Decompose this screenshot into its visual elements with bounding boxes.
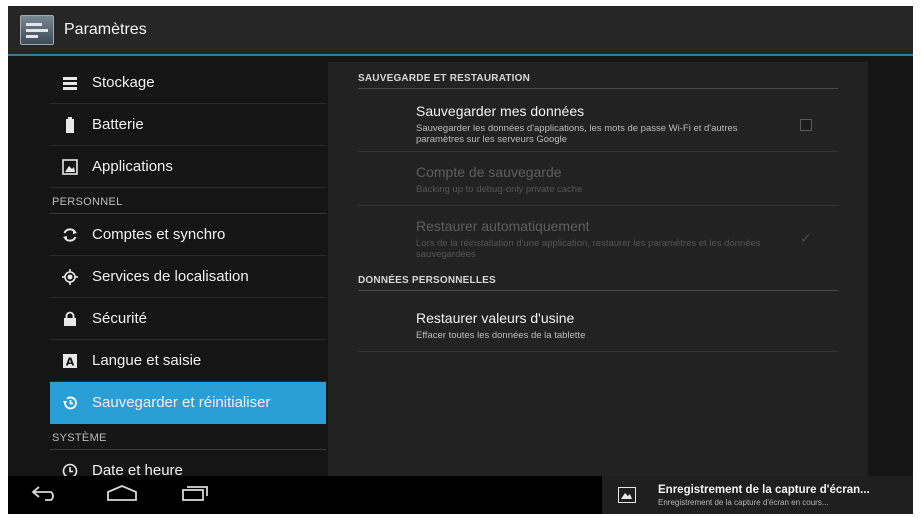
pref-title: Restaurer automatiquement bbox=[416, 218, 590, 234]
pref-backup-account: Compte de sauvegarde Backing up to debug… bbox=[358, 152, 838, 206]
settings-app-icon[interactable] bbox=[20, 15, 54, 45]
location-icon bbox=[62, 268, 78, 285]
home-icon bbox=[105, 484, 139, 507]
pref-summary: Sauvegarder les données d'applications, … bbox=[416, 123, 738, 145]
nav-item-langue-saisie[interactable]: A Langue et saisie bbox=[50, 340, 326, 382]
nav-item-applications[interactable]: Applications bbox=[50, 146, 326, 188]
pref-title: Compte de sauvegarde bbox=[416, 164, 562, 180]
nav-item-stockage[interactable]: Stockage bbox=[50, 62, 326, 104]
nav-item-securite[interactable]: Sécurité bbox=[50, 298, 326, 340]
nav-item-label: Comptes et synchro bbox=[92, 226, 226, 243]
pref-auto-restore: Restaurer automatiquement Lors de la réi… bbox=[358, 206, 838, 268]
nav-item-date-heure[interactable]: Date et heure bbox=[50, 450, 326, 476]
section-header-donnees-personnelles: DONNÉES PERSONNELLES bbox=[358, 275, 838, 291]
tablet-screen: Paramètres Stockage Batterie Application… bbox=[8, 6, 913, 514]
nav-header-systeme: SYSTÈME bbox=[50, 424, 326, 450]
language-icon: A bbox=[62, 353, 78, 369]
nav-item-label: Services de localisation bbox=[92, 268, 249, 285]
nav-header-personnel: PERSONNEL bbox=[50, 188, 326, 214]
pref-title: Sauvegarder mes données bbox=[416, 103, 585, 119]
nav-item-sauvegarder-reinitialiser[interactable]: Sauvegarder et réinitialiser bbox=[50, 382, 326, 424]
pref-title: Restaurer valeurs d'usine bbox=[416, 310, 575, 326]
section-header-sauvegarde: SAUVEGARDE ET RESTAURATION bbox=[358, 73, 838, 89]
nav-item-label: Applications bbox=[92, 158, 173, 175]
pref-backup-data[interactable]: Sauvegarder mes données Sauvegarder les … bbox=[358, 98, 838, 152]
nav-item-localisation[interactable]: Services de localisation bbox=[50, 256, 326, 298]
applications-icon bbox=[62, 158, 78, 175]
pref-summary: Backing up to debug-only private cache bbox=[416, 184, 583, 195]
pref-summary: Lors de la réinstallation d'une applicat… bbox=[416, 238, 761, 260]
back-icon bbox=[31, 484, 61, 507]
nav-item-label: Batterie bbox=[92, 116, 144, 133]
action-bar: Paramètres bbox=[8, 6, 913, 56]
nav-item-label: Sauvegarder et réinitialiser bbox=[92, 394, 271, 411]
backup-restore-icon bbox=[62, 395, 78, 411]
screenshot-notification[interactable]: Enregistrement de la capture d'écran... … bbox=[602, 476, 913, 514]
home-button[interactable] bbox=[102, 482, 142, 508]
back-button[interactable] bbox=[26, 482, 66, 508]
nav-item-label: Date et heure bbox=[92, 462, 183, 476]
system-navigation-bar: Enregistrement de la capture d'écran... … bbox=[8, 476, 913, 514]
recent-apps-icon bbox=[179, 484, 209, 507]
page-title: Paramètres bbox=[64, 21, 147, 38]
recent-apps-button[interactable] bbox=[174, 482, 214, 508]
svg-text:A: A bbox=[66, 355, 75, 368]
nav-item-label: Stockage bbox=[92, 74, 155, 91]
nav-item-label: Langue et saisie bbox=[92, 352, 202, 369]
nav-item-batterie[interactable]: Batterie bbox=[50, 104, 326, 146]
battery-icon bbox=[62, 116, 78, 133]
auto-restore-checkmark-icon: ✓ bbox=[800, 230, 812, 246]
pref-summary: Effacer toutes les données de la tablett… bbox=[416, 330, 586, 341]
lock-icon bbox=[62, 311, 78, 327]
clock-icon bbox=[62, 463, 78, 476]
detail-panel: SAUVEGARDE ET RESTAURATION Sauvegarder m… bbox=[328, 62, 868, 476]
settings-nav: Stockage Batterie Applications PERSONNEL… bbox=[50, 62, 326, 476]
notification-text-block: Enregistrement de la capture d'écran... … bbox=[658, 484, 870, 507]
backup-data-checkbox[interactable] bbox=[800, 119, 812, 131]
sync-icon bbox=[62, 227, 78, 243]
notification-text: Enregistrement de la capture d'écran en … bbox=[658, 497, 829, 507]
pref-factory-reset[interactable]: Restaurer valeurs d'usine Effacer toutes… bbox=[358, 300, 838, 352]
storage-icon bbox=[62, 75, 78, 91]
nav-item-label: Sécurité bbox=[92, 310, 148, 327]
notification-title: Enregistrement de la capture d'écran... bbox=[658, 483, 870, 496]
image-icon bbox=[618, 487, 636, 503]
nav-item-comptes-synchro[interactable]: Comptes et synchro bbox=[50, 214, 326, 256]
